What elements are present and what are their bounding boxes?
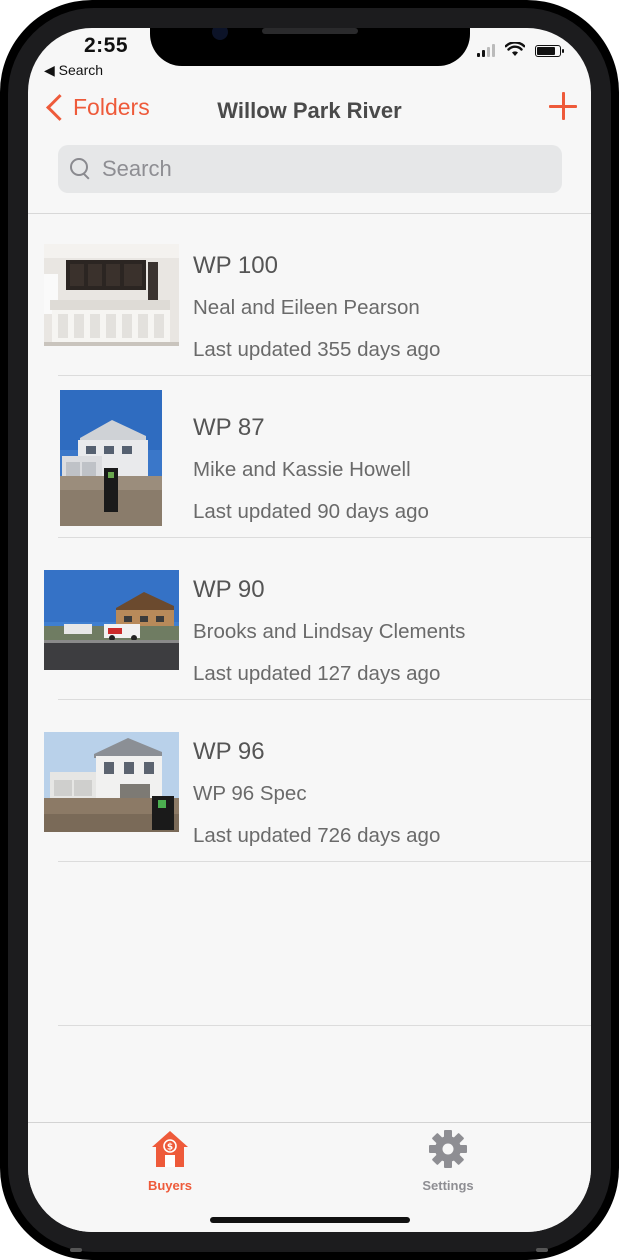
- plus-icon[interactable]: [549, 92, 577, 120]
- home-indicator[interactable]: [210, 1217, 410, 1223]
- battery-icon: [535, 45, 564, 57]
- list-item[interactable]: WP 100 Neal and Eileen Pearson Last upda…: [28, 214, 591, 376]
- tab-settings-label: Settings: [422, 1178, 474, 1193]
- status-icons: [477, 42, 564, 57]
- phone-edge-mark: [70, 1248, 82, 1252]
- status-back-to-app[interactable]: ◀ Search: [44, 62, 103, 79]
- house-title: WP 90: [193, 576, 265, 603]
- svg-text:$: $: [167, 1143, 173, 1153]
- last-updated: Last updated 127 days ago: [193, 662, 441, 685]
- house-title: WP 87: [193, 414, 265, 441]
- row-divider: [58, 1025, 591, 1026]
- search-bar[interactable]: [58, 145, 562, 193]
- wifi-icon: [505, 42, 525, 56]
- gear-icon: [429, 1130, 467, 1168]
- house-owners: WP 96 Spec: [193, 782, 307, 805]
- page-title: Willow Park River: [217, 98, 402, 123]
- house-title: WP 96: [193, 738, 265, 765]
- last-updated: Last updated 726 days ago: [193, 824, 441, 847]
- house-owners: Neal and Eileen Pearson: [193, 296, 420, 319]
- cellular-signal-icon: [477, 44, 495, 57]
- house-thumbnail: [44, 244, 179, 346]
- phone-edge-mark: [536, 1248, 548, 1252]
- tab-buyers-label: Buyers: [147, 1178, 193, 1193]
- house-thumbnail: [44, 570, 179, 670]
- app-screen: 2:55 ◀ Search Folders Willow Park River: [28, 28, 591, 1232]
- notch: [150, 28, 470, 66]
- status-time: 2:55: [84, 34, 129, 57]
- last-updated: Last updated 90 days ago: [193, 500, 429, 523]
- list-item[interactable]: WP 90 Brooks and Lindsay Clements Last u…: [28, 538, 591, 700]
- tab-bar: $ Buyers Settings: [28, 1122, 591, 1232]
- navigation-bar: Folders Willow Park River: [28, 90, 591, 138]
- house-owners: Mike and Kassie Howell: [193, 458, 411, 481]
- house-thumbnail: [60, 390, 162, 526]
- house-owners: Brooks and Lindsay Clements: [193, 620, 466, 643]
- house-thumbnail: [44, 732, 179, 832]
- house-dollar-icon: $: [152, 1131, 188, 1167]
- speaker: [262, 28, 358, 34]
- tab-settings[interactable]: Settings: [388, 1129, 508, 1193]
- camera: [212, 28, 228, 40]
- tab-buyers[interactable]: $ Buyers: [110, 1129, 230, 1193]
- list-item[interactable]: WP 87 Mike and Kassie Howell Last update…: [28, 376, 591, 538]
- row-divider: [58, 861, 591, 862]
- search-icon: [70, 158, 92, 180]
- house-title: WP 100: [193, 252, 278, 279]
- house-list: WP 100 Neal and Eileen Pearson Last upda…: [28, 214, 591, 862]
- search-input[interactable]: [100, 155, 524, 183]
- last-updated: Last updated 355 days ago: [193, 338, 441, 361]
- list-item[interactable]: WP 96 WP 96 Spec Last updated 726 days a…: [28, 700, 591, 862]
